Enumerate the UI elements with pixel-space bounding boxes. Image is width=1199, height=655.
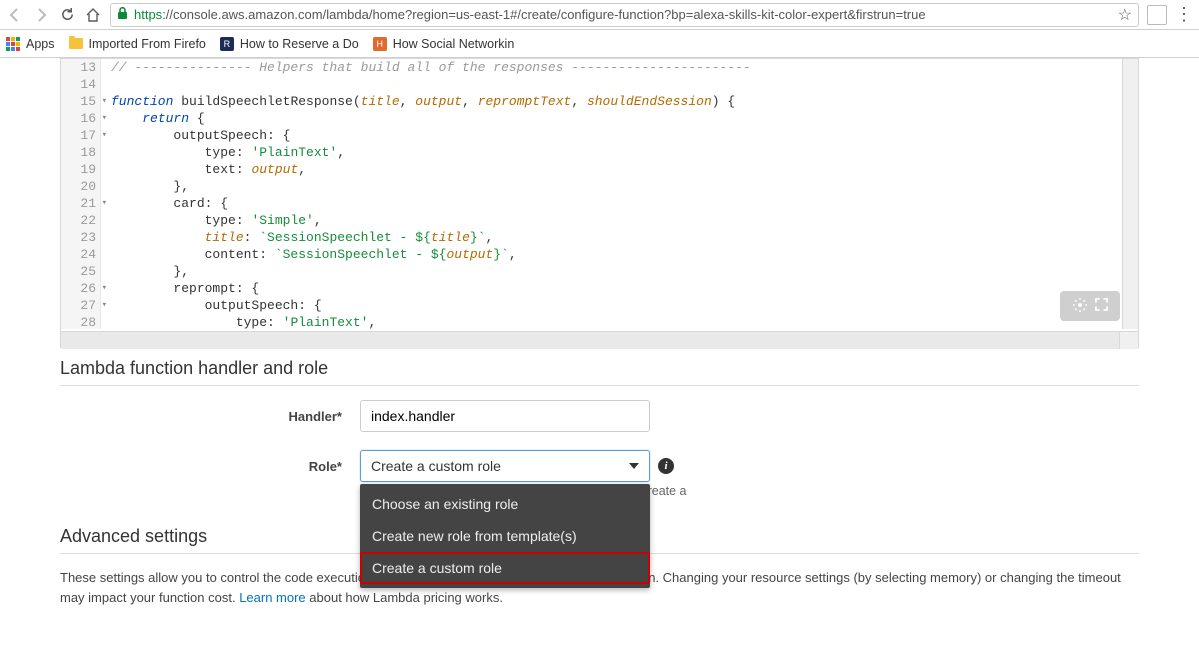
apps-label: Apps xyxy=(26,37,55,51)
handler-label: Handler* xyxy=(60,409,360,424)
forward-button[interactable] xyxy=(32,6,50,24)
bookmark-label: How Social Networkin xyxy=(393,37,515,51)
bookmark-folder[interactable]: Imported From Firefo xyxy=(69,37,206,51)
section-handler-role-title: Lambda function handler and role xyxy=(60,348,1139,386)
reload-button[interactable] xyxy=(58,6,76,24)
favicon-icon: R xyxy=(220,37,234,51)
editor-controls[interactable] xyxy=(1060,291,1120,321)
code-editor[interactable]: 13141516171819202122232425262728 // ----… xyxy=(60,58,1139,348)
vertical-scrollbar[interactable] xyxy=(1122,59,1138,329)
learn-more-link[interactable]: Learn more xyxy=(239,590,305,605)
handler-row: Handler* xyxy=(60,400,1139,432)
favicon-icon: H xyxy=(373,37,387,51)
url-text: https://console.aws.amazon.com/lambda/ho… xyxy=(134,7,1112,22)
code-body[interactable]: // --------------- Helpers that build al… xyxy=(111,59,1138,331)
role-option[interactable]: Create a custom role xyxy=(360,552,650,584)
handler-input[interactable] xyxy=(360,400,650,432)
lock-icon xyxy=(117,7,128,23)
address-bar[interactable]: https://console.aws.amazon.com/lambda/ho… xyxy=(110,3,1139,27)
bookmark-star-icon[interactable]: ☆ xyxy=(1118,5,1132,25)
role-option[interactable]: Create new role from template(s) xyxy=(360,520,650,552)
role-option[interactable]: Choose an existing role xyxy=(360,488,650,520)
role-selected-value: Create a custom role xyxy=(371,458,501,474)
menu-button[interactable]: ⋮ xyxy=(1175,4,1193,25)
bookmark-item[interactable]: R How to Reserve a Do xyxy=(220,37,359,51)
apps-icon xyxy=(6,37,20,51)
back-button[interactable] xyxy=(6,6,24,24)
apps-bookmark[interactable]: Apps xyxy=(6,37,55,51)
role-dropdown[interactable]: Create a custom role xyxy=(360,450,650,482)
chevron-down-icon xyxy=(629,463,639,469)
browser-toolbar: https://console.aws.amazon.com/lambda/ho… xyxy=(0,0,1199,30)
horizontal-scrollbar[interactable] xyxy=(61,331,1138,349)
bookmarks-bar: Apps Imported From Firefo R How to Reser… xyxy=(0,30,1199,58)
home-button[interactable] xyxy=(84,6,102,24)
profile-button[interactable] xyxy=(1147,5,1167,25)
gear-icon[interactable] xyxy=(1073,298,1087,315)
info-icon[interactable]: i xyxy=(658,458,674,474)
bookmark-label: Imported From Firefo xyxy=(89,37,206,51)
folder-icon xyxy=(69,38,83,49)
role-label: Role* xyxy=(60,459,360,474)
bookmark-label: How to Reserve a Do xyxy=(240,37,359,51)
role-row: Role* Create a custom role Choose an exi… xyxy=(60,450,1139,482)
role-dropdown-menu: Choose an existing roleCreate new role f… xyxy=(360,484,650,588)
bookmark-item[interactable]: H How Social Networkin xyxy=(373,37,515,51)
fullscreen-icon[interactable] xyxy=(1095,298,1108,314)
line-gutter: 13141516171819202122232425262728 xyxy=(61,59,101,329)
